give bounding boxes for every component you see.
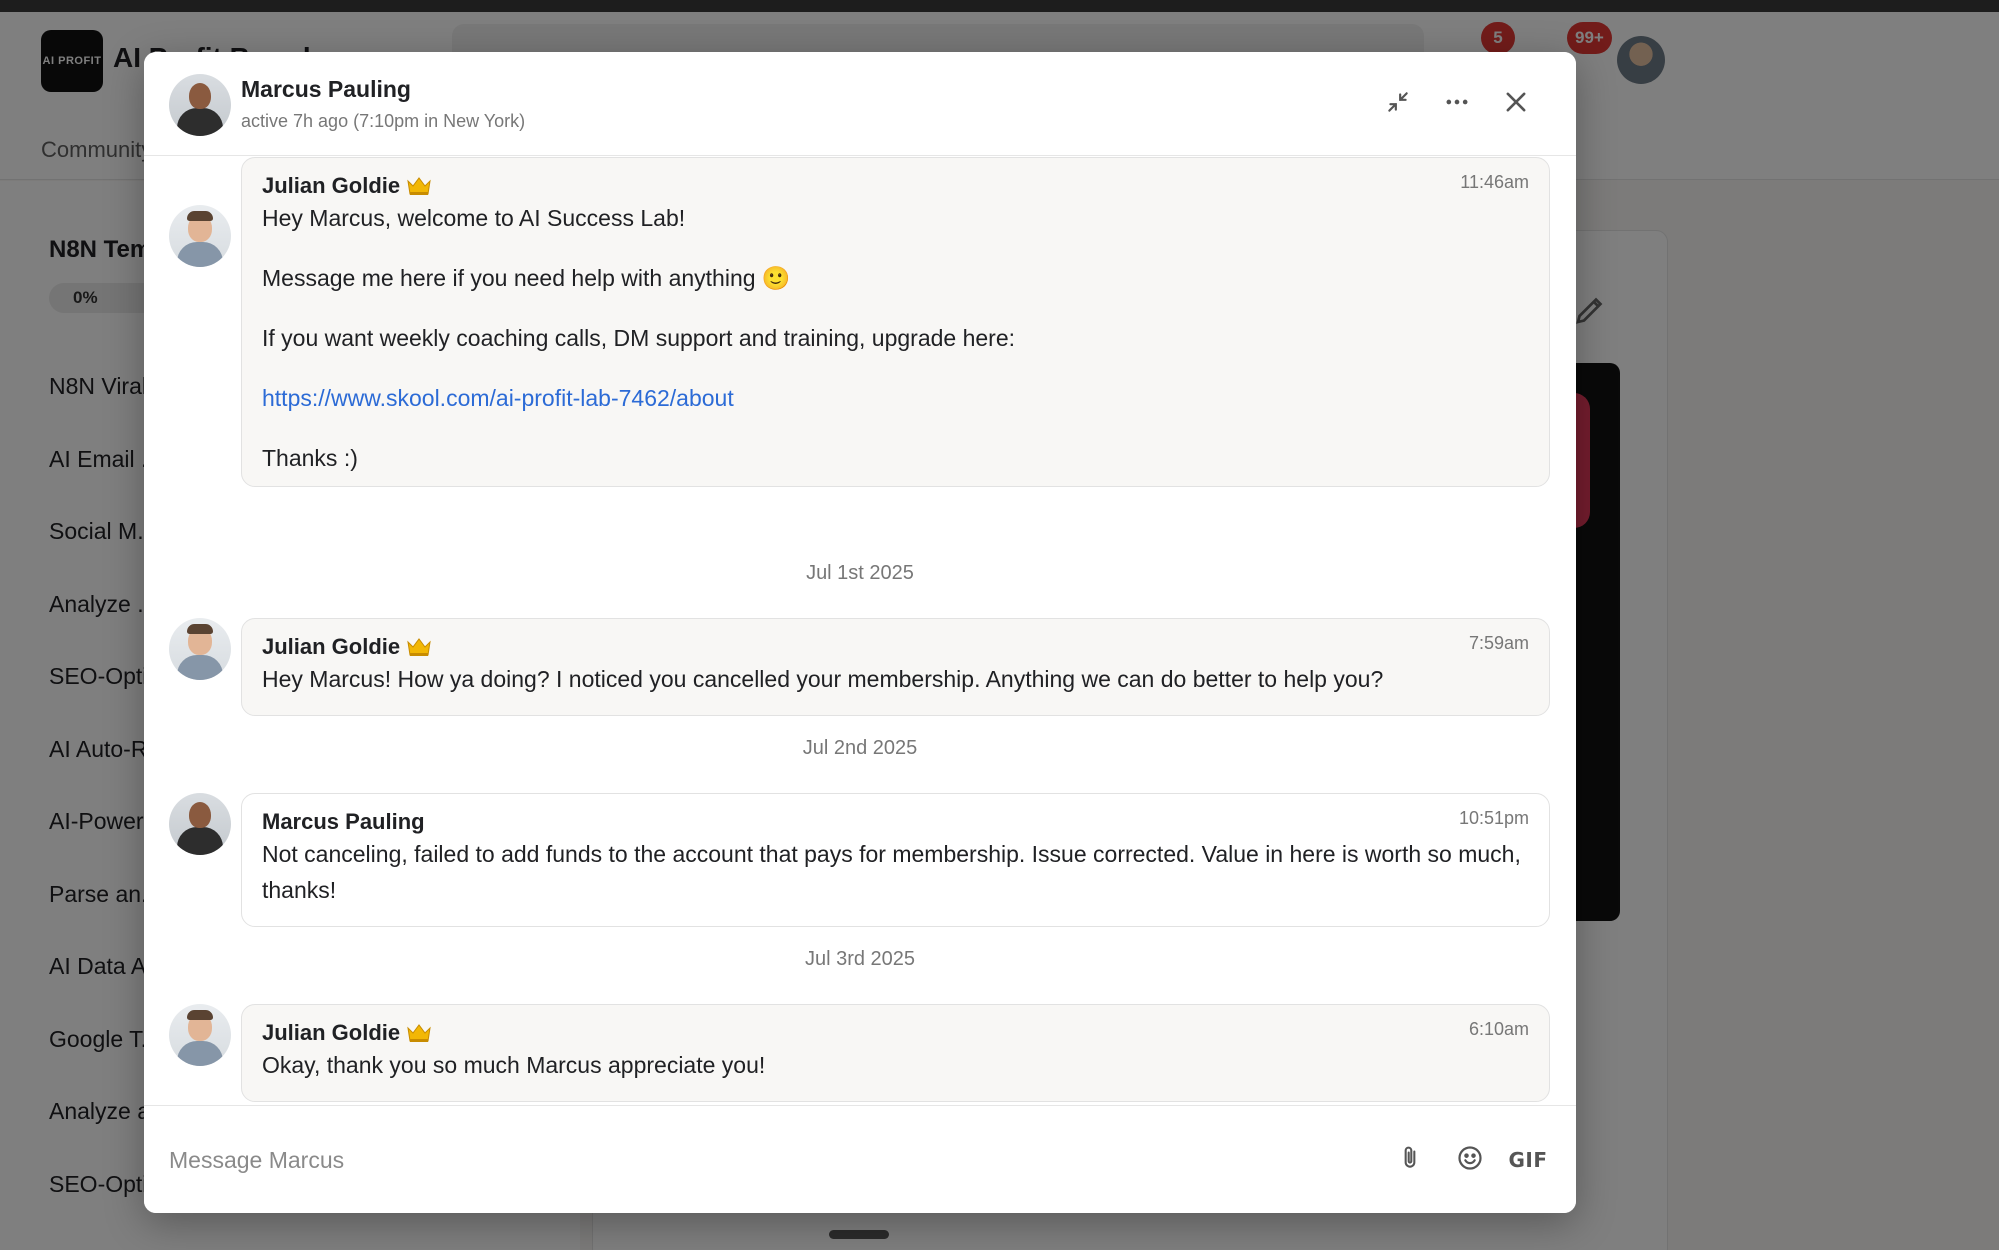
message-text: Hey Marcus, welcome to AI Success Lab! [262,205,686,231]
crown-icon [406,175,432,197]
more-options-button[interactable] [1437,84,1477,124]
chat-modal: Marcus Pauling active 7h ago (7:10pm in … [144,52,1576,1213]
app-root: AI PROFIT AI Profit Boardroom Community … [0,0,1999,1250]
message-bubble: Julian Goldie 11:46am Hey Marcus, welcom… [241,157,1550,487]
sender-avatar[interactable] [169,1004,231,1066]
more-horizontal-icon [1443,88,1471,121]
close-button[interactable] [1496,84,1536,124]
crown-icon [406,1022,432,1044]
sender-avatar[interactable] [169,793,231,855]
message-text: Message me here if you need help with an… [262,265,791,291]
paperclip-icon [1397,1144,1423,1177]
sender-name[interactable]: Julian Goldie [262,1019,1529,1047]
message-bubble: Julian Goldie 7:59am Hey Marcus! How ya … [241,618,1550,716]
chat-header: Marcus Pauling active 7h ago (7:10pm in … [144,52,1576,156]
emoji-button[interactable] [1450,1140,1490,1180]
sender-avatar[interactable] [169,205,231,267]
collapse-icon [1385,89,1411,120]
message-text: Not canceling, failed to add funds to th… [262,841,1521,903]
message-composer: GIF [144,1105,1576,1213]
scroll-handle[interactable] [829,1230,889,1239]
message-time: 7:59am [1468,633,1529,653]
minimize-button[interactable] [1378,84,1418,124]
close-icon [1502,88,1530,121]
message-bubble: Marcus Pauling 10:51pm Not canceling, fa… [241,793,1550,927]
contact-name[interactable]: Marcus Pauling [241,76,411,103]
date-separator: Jul 2nd 2025 [802,737,918,759]
message-text: If you want weekly coaching calls, DM su… [262,325,1016,351]
contact-status: active 7h ago (7:10pm in New York) [241,111,526,131]
message-text: Thanks :) [262,445,358,471]
contact-avatar[interactable] [169,74,231,136]
date-separator: Jul 3rd 2025 [804,948,916,970]
attach-button[interactable] [1390,1140,1430,1180]
crown-icon [406,636,432,658]
message-time: 6:10am [1468,1019,1529,1039]
message-input[interactable] [169,1134,1349,1186]
emoji-icon [1456,1144,1484,1177]
upgrade-link[interactable]: https://www.skool.com/ai-profit-lab-7462… [262,385,734,411]
message-time: 11:46am [1460,172,1529,192]
message-bubble: Julian Goldie 6:10am Okay, thank you so … [241,1004,1550,1102]
sender-name[interactable]: Julian Goldie [262,633,1529,661]
sender-name[interactable]: Julian Goldie [262,172,1529,200]
sender-avatar[interactable] [169,618,231,680]
sender-name[interactable]: Marcus Pauling [262,808,1529,836]
gif-button[interactable]: GIF [1508,1140,1548,1180]
message-text: Okay, thank you so much Marcus appreciat… [262,1052,766,1078]
message-list[interactable]: Julian Goldie 11:46am Hey Marcus, welcom… [144,157,1576,1157]
message-time: 10:51pm [1458,808,1529,828]
message-text: Hey Marcus! How ya doing? I noticed you … [262,666,1384,692]
date-separator: Jul 1st 2025 [806,562,914,584]
